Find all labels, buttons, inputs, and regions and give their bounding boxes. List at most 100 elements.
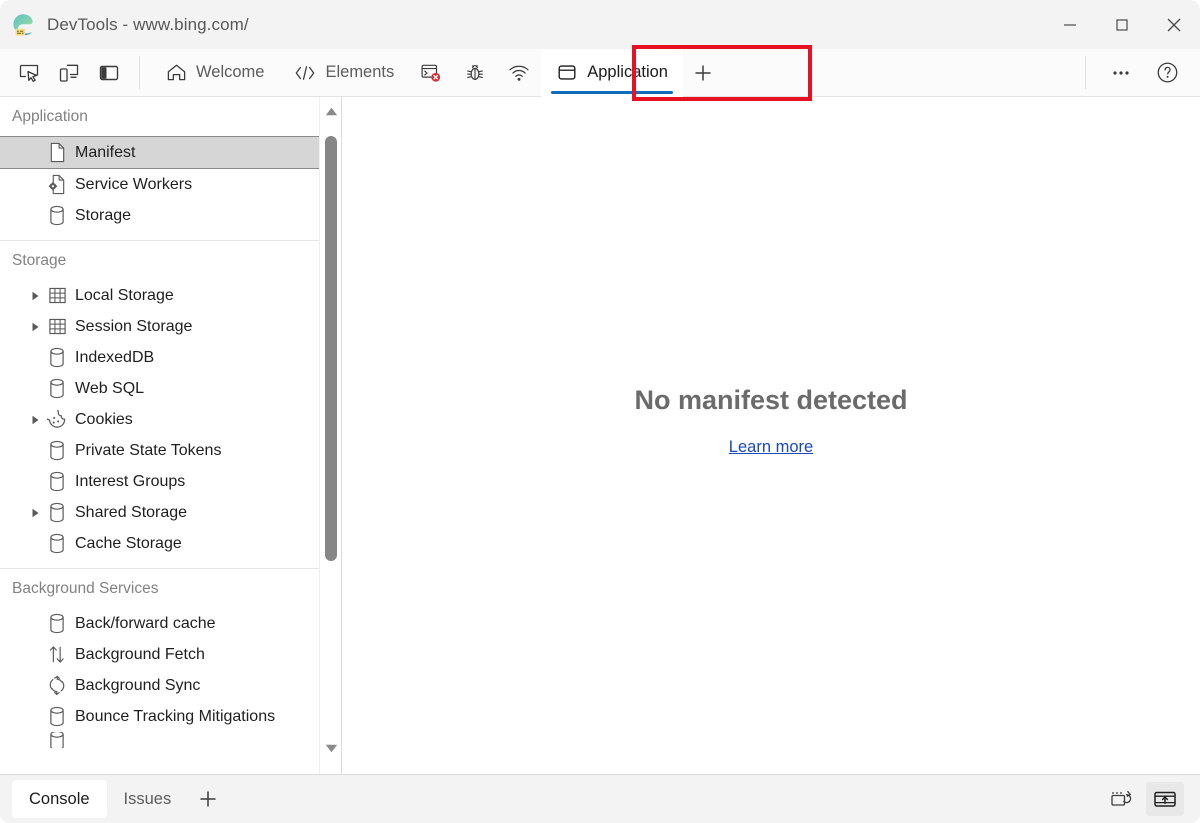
sidebar-item-indexeddb[interactable]: IndexedDB: [0, 342, 320, 373]
sidebar-item-private-state-tokens-label: Private State Tokens: [75, 441, 222, 459]
sidebar-group-application: Application Manifest Service Workers Sto…: [0, 97, 320, 241]
cookie-icon: [44, 409, 70, 430]
device-emulation-button[interactable]: [49, 54, 89, 92]
bug-icon: [464, 61, 486, 85]
learn-more-link[interactable]: Learn more: [729, 438, 813, 457]
sidebar-group-storage: Storage Local Storage Session Storage In…: [0, 241, 320, 569]
database-icon: [44, 502, 70, 523]
tab-application[interactable]: Application: [541, 48, 683, 97]
drawer-add-tab-button[interactable]: [188, 780, 228, 818]
sidebar-item-interest-groups-label: Interest Groups: [75, 472, 186, 490]
document-icon: [44, 142, 70, 163]
database-icon: [44, 613, 70, 634]
sidebar-item-service-workers-label: Service Workers: [75, 175, 193, 193]
sidebar-scrollbar[interactable]: [319, 97, 341, 774]
home-icon: [165, 62, 187, 83]
chevron-right-icon[interactable]: [26, 508, 44, 518]
up-down-arrows-icon: [44, 644, 70, 665]
sidebar-item-back-forward-cache-label: Back/forward cache: [75, 614, 216, 632]
sidebar-item-bounce-tracking-mitigations-label: Bounce Tracking Mitigations: [75, 707, 276, 725]
sidebar-group-background-services: Background Services Back/forward cache B…: [0, 569, 320, 757]
sidebar-item-manifest-label: Manifest: [75, 143, 136, 161]
sidebar-item-local-storage[interactable]: Local Storage: [0, 280, 320, 311]
code-brackets-icon: [294, 63, 316, 83]
sidebar-item-background-sync[interactable]: Background Sync: [0, 670, 320, 701]
wifi-icon: [508, 62, 530, 84]
sidebar-item-web-sql[interactable]: Web SQL: [0, 373, 320, 404]
tab-elements-label: Elements: [325, 63, 395, 81]
console-error-icon: [420, 60, 442, 85]
sidebar-item-interest-groups[interactable]: Interest Groups: [0, 466, 320, 497]
empty-state-title: No manifest detected: [634, 384, 908, 415]
sidebar-item-web-sql-label: Web SQL: [75, 379, 145, 397]
database-icon: [44, 378, 70, 399]
sidebar-item-background-sync-label: Background Sync: [75, 676, 201, 694]
tab-sources[interactable]: [453, 49, 497, 97]
toolbar-left-icons: [0, 54, 129, 92]
sidebar-item-indexeddb-label: IndexedDB: [75, 348, 155, 366]
tab-welcome[interactable]: Welcome: [150, 49, 279, 97]
sidebar-group-storage-title: Storage: [12, 252, 67, 269]
application-sidebar[interactable]: Application Manifest Service Workers Sto…: [0, 97, 342, 774]
devtools-body: Application Manifest Service Workers Sto…: [0, 97, 1200, 774]
dock-bottom-up-arrow-icon[interactable]: [1146, 782, 1184, 816]
more-options-button[interactable]: [1100, 54, 1142, 92]
scrollbar-thumb[interactable]: [325, 136, 337, 561]
manifest-panel: No manifest detected Learn more: [342, 97, 1200, 774]
window-title: DevTools - www.bing.com/: [47, 14, 249, 34]
devtools-window: DevTools - www.bing.com/ Welcome Element…: [0, 0, 1200, 823]
tab-network[interactable]: [497, 49, 541, 97]
sidebar-item-session-storage[interactable]: Session Storage: [0, 311, 320, 342]
chevron-right-icon[interactable]: [26, 322, 44, 332]
sidebar-item-private-state-tokens[interactable]: Private State Tokens: [0, 435, 320, 466]
tab-welcome-label: Welcome: [196, 63, 265, 81]
help-button[interactable]: [1146, 54, 1188, 92]
table-grid-icon: [44, 286, 70, 305]
sidebar-item-shared-storage-label: Shared Storage: [75, 503, 188, 521]
close-button[interactable]: [1148, 0, 1200, 49]
maximize-button[interactable]: [1096, 0, 1148, 49]
sidebar-item-cookies-label: Cookies: [75, 410, 133, 428]
sidebar-item-cookies[interactable]: Cookies: [0, 404, 320, 435]
sidebar-content: Application Manifest Service Workers Sto…: [0, 97, 320, 757]
sidebar-item-cache-storage[interactable]: Cache Storage: [0, 528, 320, 559]
sidebar-item-manifest[interactable]: Manifest: [0, 136, 320, 169]
table-grid-icon: [44, 317, 70, 336]
sidebar-item-session-storage-label: Session Storage: [75, 317, 193, 335]
sidebar-item-local-storage-label: Local Storage: [75, 286, 174, 304]
drawer-tab-issues-label: Issues: [123, 789, 172, 808]
chevron-right-icon[interactable]: [26, 415, 44, 425]
minimize-button[interactable]: [1044, 0, 1096, 49]
drawer-tab-console-label: Console: [29, 789, 90, 808]
devtools-toolbar: Welcome Elements Application: [0, 48, 1200, 97]
scroll-down-arrow-icon[interactable]: [320, 737, 341, 759]
sidebar-item-storage[interactable]: Storage: [0, 200, 320, 231]
sidebar-item-service-workers[interactable]: Service Workers: [0, 169, 320, 200]
scroll-up-arrow-icon[interactable]: [320, 100, 341, 122]
dock-side-button[interactable]: [89, 54, 129, 92]
drawer-tab-issues[interactable]: Issues: [107, 780, 189, 818]
restore-panel-icon[interactable]: [1102, 782, 1140, 816]
sidebar-item-bounce-tracking-mitigations[interactable]: Bounce Tracking Mitigations: [0, 701, 320, 732]
tab-application-label: Application: [587, 63, 668, 81]
panel-tab-strip: Welcome Elements Application: [150, 48, 723, 97]
inspect-element-button[interactable]: [9, 54, 49, 92]
sidebar-item-cache-storage-label: Cache Storage: [75, 534, 182, 552]
database-icon: [44, 706, 70, 727]
sidebar-group-background-services-title: Background Services: [12, 580, 159, 597]
chevron-right-icon[interactable]: [26, 291, 44, 301]
add-tab-button[interactable]: [683, 49, 723, 97]
sync-circular-arrows-icon: [44, 675, 70, 696]
tab-elements[interactable]: Elements: [279, 49, 409, 97]
drawer-tab-strip: Console Issues: [0, 775, 228, 823]
drawer-status-bar: Console Issues: [0, 774, 1200, 823]
sidebar-item-clipped[interactable]: [0, 732, 320, 748]
sidebar-item-background-fetch[interactable]: Background Fetch: [0, 639, 320, 670]
drawer-right-icons: [1102, 782, 1200, 816]
sidebar-item-shared-storage[interactable]: Shared Storage: [0, 497, 320, 528]
toolbar-right-icons: [1085, 49, 1200, 97]
sidebar-item-background-fetch-label: Background Fetch: [75, 645, 205, 663]
sidebar-item-back-forward-cache[interactable]: Back/forward cache: [0, 608, 320, 639]
drawer-tab-console[interactable]: Console: [12, 780, 107, 818]
tab-console[interactable]: [409, 49, 453, 97]
